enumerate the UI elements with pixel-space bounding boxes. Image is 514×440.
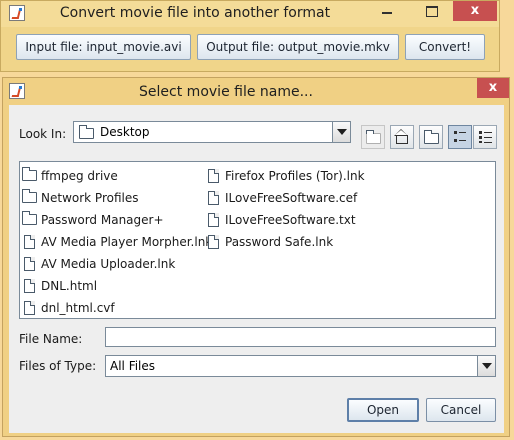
- main-title-bar[interactable]: Convert movie file into another format x: [1, 1, 499, 27]
- files-of-type-label: Files of Type:: [19, 359, 97, 373]
- dialog-body: Look In: Desktop ffmpeg drive Network Pr…: [9, 105, 504, 433]
- file-list-column-2: Firefox Profiles (Tor).lnk ILoveFreeSoft…: [208, 164, 365, 252]
- up-one-level-button[interactable]: [361, 125, 385, 149]
- file-icon: [24, 278, 35, 293]
- input-file-button[interactable]: Input file: input_movie.avi: [16, 34, 191, 60]
- chevron-down-icon[interactable]: [477, 356, 495, 376]
- file-name: Password Safe.lnk: [225, 234, 334, 249]
- file-icon: [208, 168, 219, 183]
- file-list-column-1: ffmpeg drive Network Profiles Password M…: [22, 164, 212, 318]
- details-view-icon: [479, 131, 492, 143]
- folder-icon: [22, 189, 37, 203]
- details-view-button[interactable]: [473, 125, 497, 149]
- file-name: Password Manager+: [41, 212, 164, 227]
- dialog-title: Select movie file name...: [139, 84, 313, 100]
- file-name: ILoveFreeSoftware.txt: [225, 212, 356, 227]
- file-name: AV Media Uploader.lnk: [41, 256, 176, 271]
- folder-icon: [22, 211, 37, 225]
- file-icon: [208, 212, 219, 227]
- look-in-combobox[interactable]: Desktop: [73, 121, 351, 143]
- file-name: ILoveFreeSoftware.cef: [225, 190, 358, 205]
- up-one-level-icon: [366, 130, 381, 144]
- file-name: DNL.html: [41, 278, 98, 293]
- list-item[interactable]: Network Profiles: [22, 186, 212, 208]
- dialog-close-icon[interactable]: x: [477, 78, 509, 98]
- list-item[interactable]: ILoveFreeSoftware.cef: [208, 186, 365, 208]
- file-name: AV Media Player Morpher.lnk: [41, 234, 213, 249]
- dialog-title-bar[interactable]: Select movie file name... x: [3, 78, 509, 105]
- file-icon: [208, 190, 219, 205]
- files-of-type-value: All Files: [110, 359, 156, 373]
- file-icon: [208, 234, 219, 249]
- close-icon[interactable]: x: [453, 1, 497, 21]
- list-item[interactable]: ILoveFreeSoftware.txt: [208, 208, 365, 230]
- list-item[interactable]: AV Media Uploader.lnk: [22, 252, 212, 274]
- new-folder-button[interactable]: [419, 125, 443, 149]
- folder-icon: [22, 167, 37, 181]
- minimize-icon[interactable]: [372, 1, 402, 21]
- new-folder-icon: [424, 130, 439, 144]
- files-of-type-combobox[interactable]: All Files: [105, 355, 496, 377]
- list-item[interactable]: Password Safe.lnk: [208, 230, 365, 252]
- file-name: Network Profiles: [41, 190, 139, 205]
- list-item[interactable]: dnl_html.cvf: [22, 296, 212, 318]
- look-in-value: Desktop: [100, 125, 150, 139]
- chevron-down-icon[interactable]: [332, 122, 350, 142]
- file-list[interactable]: ffmpeg drive Network Profiles Password M…: [19, 161, 496, 319]
- file-name-label: File Name:: [19, 332, 83, 346]
- file-name: dnl_html.cvf: [41, 300, 115, 315]
- file-name: ffmpeg drive: [41, 168, 118, 183]
- open-button[interactable]: Open: [347, 398, 419, 422]
- file-name-field[interactable]: [105, 327, 496, 347]
- list-item[interactable]: Firefox Profiles (Tor).lnk: [208, 164, 365, 186]
- list-view-button[interactable]: [448, 125, 472, 149]
- main-window: Convert movie file into another format x…: [0, 0, 500, 72]
- output-file-button[interactable]: Output file: output_movie.mkv: [197, 34, 399, 60]
- folder-icon: [79, 125, 94, 139]
- file-icon: [24, 300, 35, 315]
- list-item[interactable]: DNL.html: [22, 274, 212, 296]
- list-item[interactable]: AV Media Player Morpher.lnk: [22, 230, 212, 252]
- home-icon: [394, 129, 408, 144]
- file-name: Firefox Profiles (Tor).lnk: [225, 168, 365, 183]
- maximize-icon[interactable]: [416, 1, 446, 21]
- list-view-icon: [454, 131, 466, 143]
- list-item[interactable]: Password Manager+: [22, 208, 212, 230]
- file-icon: [24, 234, 35, 249]
- look-in-label: Look In:: [19, 127, 67, 141]
- convert-button[interactable]: Convert!: [405, 34, 485, 60]
- file-chooser-dialog: Select movie file name... x Look In: Des…: [2, 77, 510, 437]
- file-icon: [24, 256, 35, 271]
- main-window-title: Convert movie file into another format: [59, 5, 331, 21]
- home-button[interactable]: [390, 125, 414, 149]
- list-item[interactable]: ffmpeg drive: [22, 164, 212, 186]
- cancel-button[interactable]: Cancel: [426, 398, 496, 422]
